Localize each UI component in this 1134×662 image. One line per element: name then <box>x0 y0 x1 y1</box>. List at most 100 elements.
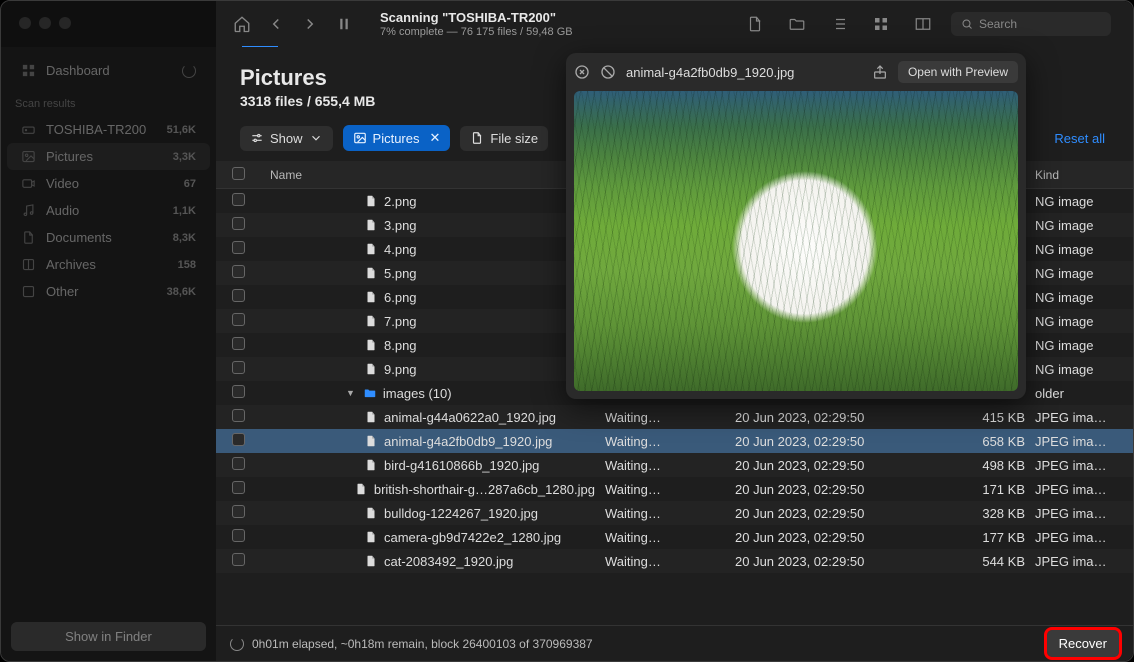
documents-icon <box>21 230 36 245</box>
table-row[interactable]: bird-g41610866b_1920.jpg Waiting… 20 Jun… <box>216 453 1133 477</box>
sidebar-item-video[interactable]: Video67 <box>7 170 210 197</box>
sidebar-item-pictures[interactable]: Pictures3,3K <box>7 143 210 170</box>
sidebar-item-toshiba-tr200[interactable]: TOSHIBA-TR20051,6K <box>7 116 210 143</box>
sidebar-item-documents[interactable]: Documents8,3K <box>7 224 210 251</box>
row-checkbox[interactable] <box>232 361 245 374</box>
sidebar-item-label: TOSHIBA-TR200 <box>46 122 157 137</box>
file-icon <box>364 554 378 568</box>
video-icon <box>21 176 36 191</box>
row-checkbox[interactable] <box>232 313 245 326</box>
pause-button[interactable] <box>330 10 358 38</box>
row-checkbox[interactable] <box>232 217 245 230</box>
file-icon <box>364 242 378 256</box>
preview-status: Waiting… <box>605 434 735 449</box>
close-preview-button[interactable] <box>574 64 590 80</box>
row-checkbox[interactable] <box>232 265 245 278</box>
file-name: 3.png <box>384 218 417 233</box>
table-row[interactable]: british-shorthair-g…287a6cb_1280.jpg Wai… <box>216 477 1133 501</box>
table-row[interactable]: cat-2083492_1920.jpg Waiting… 20 Jun 202… <box>216 549 1133 573</box>
home-button[interactable] <box>228 10 256 38</box>
file-name: 9.png <box>384 362 417 377</box>
share-icon[interactable] <box>872 64 888 80</box>
file-name: 5.png <box>384 266 417 281</box>
sidebar-item-audio[interactable]: Audio1,1K <box>7 197 210 224</box>
preview-status: Waiting… <box>605 410 735 425</box>
preview-status: Waiting… <box>605 530 735 545</box>
reset-all-button[interactable]: Reset all <box>1054 131 1109 146</box>
file-kind: NG image <box>1035 362 1125 377</box>
file-name: bird-g41610866b_1920.jpg <box>384 458 539 473</box>
file-icon <box>364 410 378 424</box>
sidebar-item-dashboard[interactable]: Dashboard <box>7 57 210 84</box>
show-label: Show <box>270 131 303 146</box>
row-checkbox[interactable] <box>232 505 245 518</box>
grid-view-icon[interactable] <box>867 10 895 38</box>
forward-button[interactable] <box>296 10 324 38</box>
sidebar-item-label: Pictures <box>46 149 163 164</box>
open-with-preview-button[interactable]: Open with Preview <box>898 61 1018 83</box>
close-icon[interactable]: ✕ <box>430 130 441 146</box>
file-icon <box>364 362 378 376</box>
file-kind: NG image <box>1035 218 1125 233</box>
row-checkbox[interactable] <box>232 409 245 422</box>
show-menu-button[interactable]: Show <box>240 126 333 151</box>
file-date: 20 Jun 2023, 02:29:50 <box>735 410 945 425</box>
file-size: 177 KB <box>945 530 1035 545</box>
search-input[interactable]: Search <box>951 12 1111 36</box>
row-checkbox[interactable] <box>232 241 245 254</box>
table-row[interactable]: animal-g44a0622a0_1920.jpg Waiting… 20 J… <box>216 405 1133 429</box>
preview-filename: animal-g4a2fb0db9_1920.jpg <box>626 65 862 80</box>
file-kind: NG image <box>1035 266 1125 281</box>
file-kind: NG image <box>1035 194 1125 209</box>
image-icon <box>353 131 367 145</box>
list-view-icon[interactable] <box>825 10 853 38</box>
folder-icon <box>363 386 377 400</box>
file-icon <box>364 458 378 472</box>
row-checkbox[interactable] <box>232 433 245 446</box>
table-row[interactable]: camera-gb9d7422e2_1280.jpg Waiting… 20 J… <box>216 525 1133 549</box>
file-icon <box>354 482 368 496</box>
search-placeholder: Search <box>979 17 1017 31</box>
sidebar-item-count: 8,3K <box>173 232 196 244</box>
recover-button[interactable]: Recover <box>1047 630 1119 657</box>
table-row[interactable]: bulldog-1224267_1920.jpg Waiting… 20 Jun… <box>216 501 1133 525</box>
titlebar: Scanning "TOSHIBA-TR200" 7% complete — 7… <box>1 1 1133 47</box>
other-icon <box>21 284 36 299</box>
drive-icon <box>21 122 36 137</box>
row-checkbox[interactable] <box>232 385 245 398</box>
dashboard-icon <box>21 63 36 78</box>
sidebar-item-label: Video <box>46 176 174 191</box>
sidebar-item-other[interactable]: Other38,6K <box>7 278 210 305</box>
show-in-finder-button[interactable]: Show in Finder <box>11 622 206 651</box>
row-checkbox[interactable] <box>232 481 245 494</box>
window-maximize-button[interactable] <box>59 17 71 29</box>
select-all-checkbox[interactable] <box>232 167 245 180</box>
window-minimize-button[interactable] <box>39 17 51 29</box>
row-checkbox[interactable] <box>232 553 245 566</box>
column-kind[interactable]: Kind <box>1035 168 1125 182</box>
archives-icon <box>21 257 36 272</box>
file-name: images (10) <box>383 386 452 401</box>
row-checkbox[interactable] <box>232 337 245 350</box>
row-checkbox[interactable] <box>232 193 245 206</box>
spinner-icon <box>230 637 244 651</box>
column-view-icon[interactable] <box>909 10 937 38</box>
file-kind: NG image <box>1035 290 1125 305</box>
filter-chip-filesize[interactable]: File size <box>460 126 548 151</box>
back-button[interactable] <box>262 10 290 38</box>
row-checkbox[interactable] <box>232 289 245 302</box>
table-row[interactable]: animal-g4a2fb0db9_1920.jpg Waiting… 20 J… <box>216 429 1133 453</box>
row-checkbox[interactable] <box>232 529 245 542</box>
sidebar-item-archives[interactable]: Archives158 <box>7 251 210 278</box>
row-checkbox[interactable] <box>232 457 245 470</box>
filter-label: Pictures <box>373 131 420 146</box>
file-kind: JPEG ima… <box>1035 554 1125 569</box>
folder-view-icon[interactable] <box>783 10 811 38</box>
column-name[interactable]: Name <box>270 168 605 182</box>
filter-chip-pictures[interactable]: Pictures ✕ <box>343 125 451 151</box>
file-name: british-shorthair-g…287a6cb_1280.jpg <box>374 482 595 497</box>
file-name: 2.png <box>384 194 417 209</box>
document-icon[interactable] <box>741 10 769 38</box>
chevron-down-icon[interactable]: ▼ <box>346 388 357 398</box>
window-close-button[interactable] <box>19 17 31 29</box>
